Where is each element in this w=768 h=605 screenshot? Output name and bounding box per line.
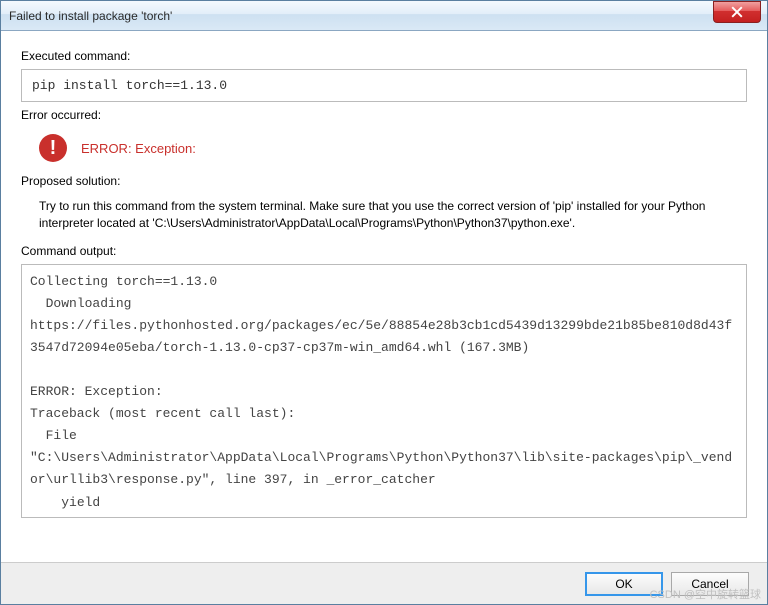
output-line — [30, 359, 738, 381]
window-title: Failed to install package 'torch' — [1, 9, 713, 23]
output-line: https://files.pythonhosted.org/packages/… — [30, 315, 738, 359]
proposed-label: Proposed solution: — [21, 174, 747, 188]
cancel-button[interactable]: Cancel — [671, 572, 749, 596]
error-text: ERROR: Exception: — [81, 141, 196, 156]
output-line: yield — [30, 492, 738, 514]
output-line: File — [30, 425, 738, 447]
error-row: ! ERROR: Exception: — [21, 128, 747, 168]
dialog-footer: OK Cancel CSDN @空中旋转篮球 — [1, 562, 767, 604]
ok-button[interactable]: OK — [585, 572, 663, 596]
command-output-box[interactable]: Collecting torch==1.13.0 Downloadinghttp… — [21, 264, 747, 518]
error-icon: ! — [39, 134, 67, 162]
error-label: Error occurred: — [21, 108, 747, 122]
output-line: File — [30, 514, 738, 518]
executed-command-box: pip install torch==1.13.0 — [21, 69, 747, 102]
output-label: Command output: — [21, 244, 747, 258]
output-line: "C:\Users\Administrator\AppData\Local\Pr… — [30, 447, 738, 491]
executed-label: Executed command: — [21, 49, 747, 63]
titlebar: Failed to install package 'torch' — [1, 1, 767, 31]
output-line: Downloading — [30, 293, 738, 315]
close-button[interactable] — [713, 1, 761, 23]
output-line: Collecting torch==1.13.0 — [30, 271, 738, 293]
output-line: Traceback (most recent call last): — [30, 403, 738, 425]
output-line: ERROR: Exception: — [30, 381, 738, 403]
solution-text: Try to run this command from the system … — [21, 194, 747, 238]
dialog-content: Executed command: pip install torch==1.1… — [1, 31, 767, 568]
close-icon — [731, 6, 743, 18]
